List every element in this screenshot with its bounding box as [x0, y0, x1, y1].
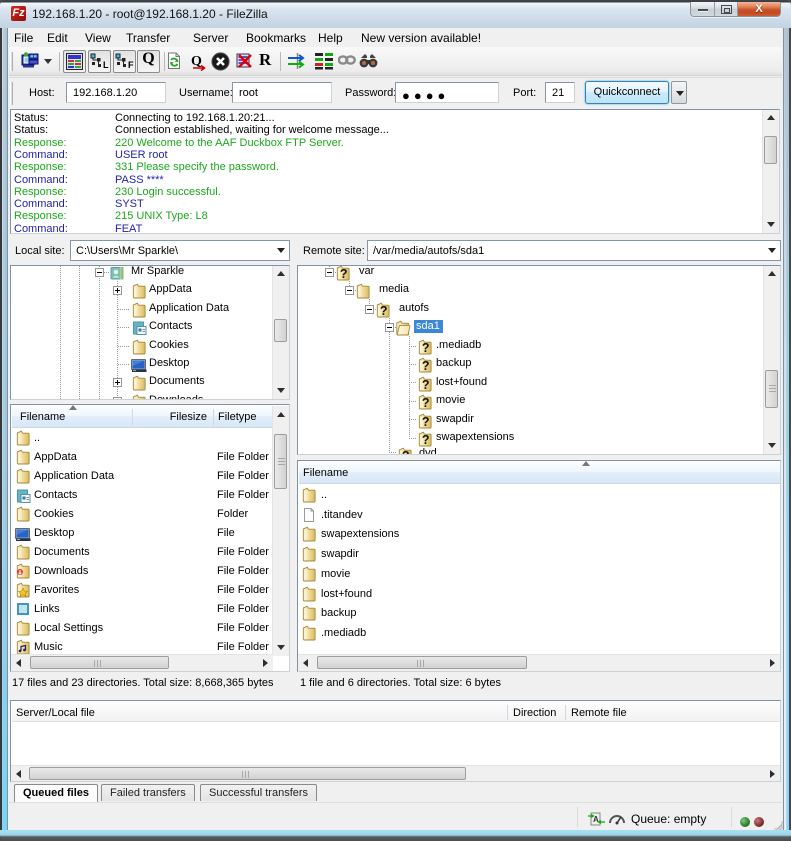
svg-text:L: L: [103, 60, 109, 70]
svg-text:F: F: [128, 60, 134, 70]
svg-text:Q: Q: [191, 54, 202, 69]
